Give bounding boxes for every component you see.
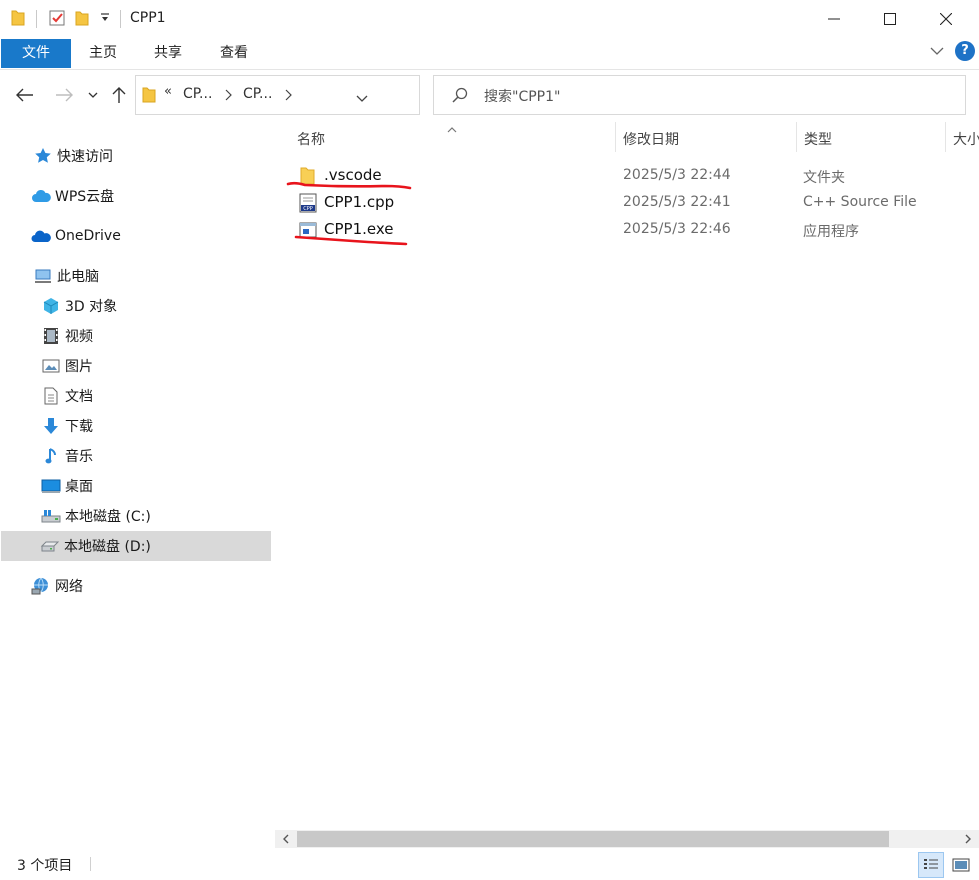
download-arrow-icon — [41, 416, 61, 436]
back-arrow-icon[interactable] — [12, 82, 38, 108]
sidebar-item-this-pc[interactable]: 此电脑 — [1, 261, 271, 291]
cube-icon — [41, 296, 61, 316]
sidebar-item-network[interactable]: 网络 — [1, 571, 271, 601]
status-separator — [90, 857, 91, 871]
sidebar-item-onedrive[interactable]: OneDrive — [1, 221, 271, 251]
horizontal-scrollbar[interactable] — [275, 830, 979, 848]
system-drive-icon — [41, 506, 61, 526]
tab-share[interactable]: 共享 — [140, 39, 196, 68]
maximize-button[interactable] — [862, 0, 918, 38]
picture-icon — [41, 356, 61, 376]
folder-icon[interactable] — [11, 9, 25, 31]
desktop-icon — [41, 476, 61, 496]
sidebar-item-drive-c[interactable]: 本地磁盘 (C:) — [1, 501, 271, 531]
breadcrumb-overflow[interactable]: « — [164, 84, 172, 99]
column-header-modified[interactable]: 修改日期 — [623, 129, 679, 149]
file-type: C++ Source File — [803, 194, 917, 210]
ribbon: 文件 主页 共享 查看 ? — [0, 38, 979, 70]
computer-icon — [33, 266, 53, 286]
cloud-icon — [31, 186, 51, 206]
sidebar-item-3d-objects[interactable]: 3D 对象 — [1, 291, 271, 321]
column-header-size[interactable]: 大小 — [953, 129, 979, 149]
sidebar-item-documents[interactable]: 文档 — [1, 381, 271, 411]
search-input[interactable]: 搜索"CPP1" — [484, 86, 560, 106]
search-icon — [452, 87, 468, 107]
large-icons-view-button[interactable] — [948, 852, 974, 878]
breadcrumb-item[interactable]: CP... — [243, 86, 272, 102]
onedrive-cloud-icon — [31, 226, 51, 246]
forward-arrow-icon[interactable] — [52, 82, 76, 108]
file-type: 文件夹 — [803, 170, 845, 186]
window-title: CPP1 — [130, 10, 166, 26]
column-header-type[interactable]: 类型 — [804, 129, 832, 149]
navigation-pane: 快速访问 WPS云盘 OneDrive 此电脑 3D 对象 视频 图片 文档 下… — [0, 122, 274, 846]
tab-home[interactable]: 主页 — [76, 39, 130, 68]
address-bar[interactable]: « CP... CP... — [135, 75, 543, 115]
scrollbar-thumb[interactable] — [297, 831, 889, 847]
recent-locations-chevron-icon[interactable] — [84, 82, 102, 108]
network-icon — [31, 576, 51, 596]
navigation-bar: « CP... CP... 搜索"CPP1" — [0, 70, 979, 122]
address-history-chevron-icon[interactable] — [356, 91, 368, 107]
column-divider[interactable] — [796, 122, 797, 152]
status-bar: 3 个项目 — [0, 848, 979, 880]
red-underline-annotation — [286, 181, 412, 190]
sidebar-item-drive-d[interactable]: 本地磁盘 (D:) — [1, 531, 271, 561]
file-list-pane: 名称 修改日期 类型 大小 .vscode 2025/5/3 22:44 文件夹… — [275, 122, 979, 830]
details-view-icon — [924, 859, 938, 869]
file-modified: 2025/5/3 22:44 — [623, 167, 731, 183]
music-note-icon — [41, 446, 61, 466]
file-modified: 2025/5/3 22:41 — [623, 194, 731, 210]
close-button[interactable] — [918, 0, 974, 38]
title-separator — [120, 10, 121, 28]
sidebar-item-pictures[interactable]: 图片 — [1, 351, 271, 381]
breadcrumb-chevron-icon[interactable] — [284, 89, 292, 105]
drive-icon — [40, 536, 60, 556]
breadcrumb-chevron-icon[interactable] — [224, 89, 232, 105]
up-arrow-icon[interactable] — [108, 82, 130, 108]
customize-dropdown-icon[interactable] — [100, 12, 110, 28]
new-folder-icon[interactable] — [74, 9, 90, 31]
tab-file[interactable]: 文件 — [1, 39, 71, 68]
column-divider[interactable] — [945, 122, 946, 152]
title-bar: CPP1 — [0, 0, 979, 38]
item-count: 3 个项目 — [17, 858, 73, 874]
expand-ribbon-chevron-icon[interactable] — [929, 45, 945, 61]
help-icon[interactable]: ? — [955, 41, 975, 61]
document-icon — [41, 386, 61, 406]
search-box[interactable]: 搜索"CPP1" — [433, 75, 966, 115]
sidebar-item-quick-access[interactable]: 快速访问 — [1, 141, 271, 171]
sidebar-item-music[interactable]: 音乐 — [1, 441, 271, 471]
minimize-button[interactable] — [806, 0, 862, 38]
star-icon — [33, 146, 53, 166]
sidebar-item-videos[interactable]: 视频 — [1, 321, 271, 351]
svg-text:CPP: CPP — [303, 206, 313, 212]
tab-view[interactable]: 查看 — [206, 39, 262, 68]
large-icons-view-icon — [952, 858, 970, 872]
film-icon — [41, 326, 61, 346]
cpp-file-icon: CPP — [298, 193, 318, 213]
scroll-left-arrow-icon[interactable] — [277, 830, 295, 848]
quick-access-separator — [36, 10, 37, 28]
column-headers: 名称 修改日期 类型 大小 — [275, 122, 979, 152]
breadcrumb-item[interactable]: CP... — [183, 86, 212, 102]
column-divider[interactable] — [615, 122, 616, 152]
sidebar-item-downloads[interactable]: 下载 — [1, 411, 271, 441]
folder-icon — [142, 86, 156, 108]
file-modified: 2025/5/3 22:46 — [623, 221, 731, 237]
sidebar-item-desktop[interactable]: 桌面 — [1, 471, 271, 501]
column-header-name[interactable]: 名称 — [297, 129, 325, 149]
sort-ascending-icon — [447, 122, 457, 138]
file-type: 应用程序 — [803, 224, 859, 240]
scroll-right-arrow-icon[interactable] — [959, 830, 977, 848]
properties-check-icon[interactable] — [48, 9, 66, 31]
details-view-button[interactable] — [918, 852, 944, 878]
sidebar-item-wps-cloud[interactable]: WPS云盘 — [1, 181, 271, 211]
red-underline-annotation — [294, 235, 408, 246]
file-name: CPP1.cpp — [324, 193, 395, 211]
